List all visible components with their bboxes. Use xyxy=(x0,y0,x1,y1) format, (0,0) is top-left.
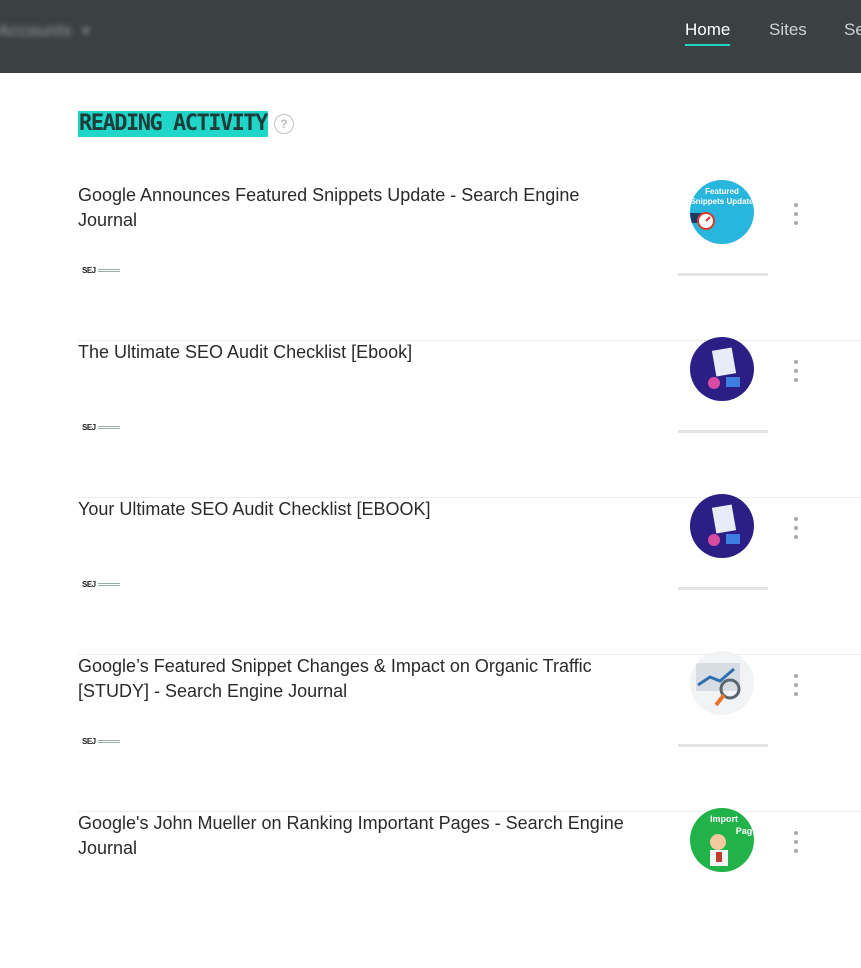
more-options-icon[interactable] xyxy=(790,203,802,225)
seo-audit-thumb[interactable] xyxy=(690,337,754,401)
reading-progress xyxy=(678,430,768,433)
tab-home[interactable]: Home xyxy=(685,20,731,46)
article-title[interactable]: Google's John Mueller on Ranking Importa… xyxy=(78,811,638,861)
svg-text:Pag: Pag xyxy=(736,826,753,836)
reading-progress xyxy=(678,744,768,747)
article-title[interactable]: Google Announces Featured Snippets Updat… xyxy=(78,183,638,233)
list-item[interactable]: Google’s Featured Snippet Changes & Impa… xyxy=(78,651,861,812)
organic-traffic-thumb[interactable] xyxy=(690,651,754,715)
more-options-icon[interactable] xyxy=(790,517,802,539)
account-switcher[interactable]: Accounts ▼ xyxy=(0,18,92,44)
list-item[interactable]: Your Ultimate SEO Audit Checklist [EBOOK… xyxy=(78,494,861,655)
important-pages-thumb[interactable]: Import Pag xyxy=(690,808,754,872)
source-logo: SEJ xyxy=(82,422,120,432)
article-title[interactable]: The Ultimate SEO Audit Checklist [Ebook] xyxy=(78,340,638,365)
reading-progress xyxy=(678,273,768,276)
top-navbar: Accounts ▼ Home Sites Se xyxy=(0,0,861,73)
svg-text:Featured: Featured xyxy=(705,187,739,196)
article-title[interactable]: Google’s Featured Snippet Changes & Impa… xyxy=(78,654,638,704)
svg-text:Import: Import xyxy=(710,814,738,824)
list-item[interactable]: Google's John Mueller on Ranking Importa… xyxy=(78,808,861,968)
help-icon[interactable]: ? xyxy=(273,114,294,134)
reading-progress xyxy=(678,587,768,590)
more-options-icon[interactable] xyxy=(790,360,802,382)
seo-audit-thumb[interactable] xyxy=(690,494,754,558)
more-options-icon[interactable] xyxy=(790,831,802,853)
chevron-down-icon: ▼ xyxy=(79,24,92,38)
list-item[interactable]: The Ultimate SEO Audit Checklist [Ebook]… xyxy=(78,337,861,498)
svg-text:Snippets Update: Snippets Update xyxy=(690,197,754,206)
list-item[interactable]: Google Announces Featured Snippets Updat… xyxy=(78,180,861,341)
article-title[interactable]: Your Ultimate SEO Audit Checklist [EBOOK… xyxy=(78,497,638,522)
source-logo: SEJ xyxy=(82,265,120,275)
tab-se[interactable]: Se xyxy=(844,20,861,44)
source-logo: SEJ xyxy=(82,736,120,746)
featured-snippets-thumb[interactable]: Featured Snippets Update xyxy=(690,180,754,244)
section-header: READING ACTIVITY ? xyxy=(78,111,294,137)
source-logo: SEJ xyxy=(82,579,120,589)
more-options-icon[interactable] xyxy=(790,674,802,696)
tab-sites[interactable]: Sites xyxy=(769,20,807,44)
page-title: READING ACTIVITY xyxy=(78,111,268,137)
account-name: Accounts xyxy=(0,21,72,40)
